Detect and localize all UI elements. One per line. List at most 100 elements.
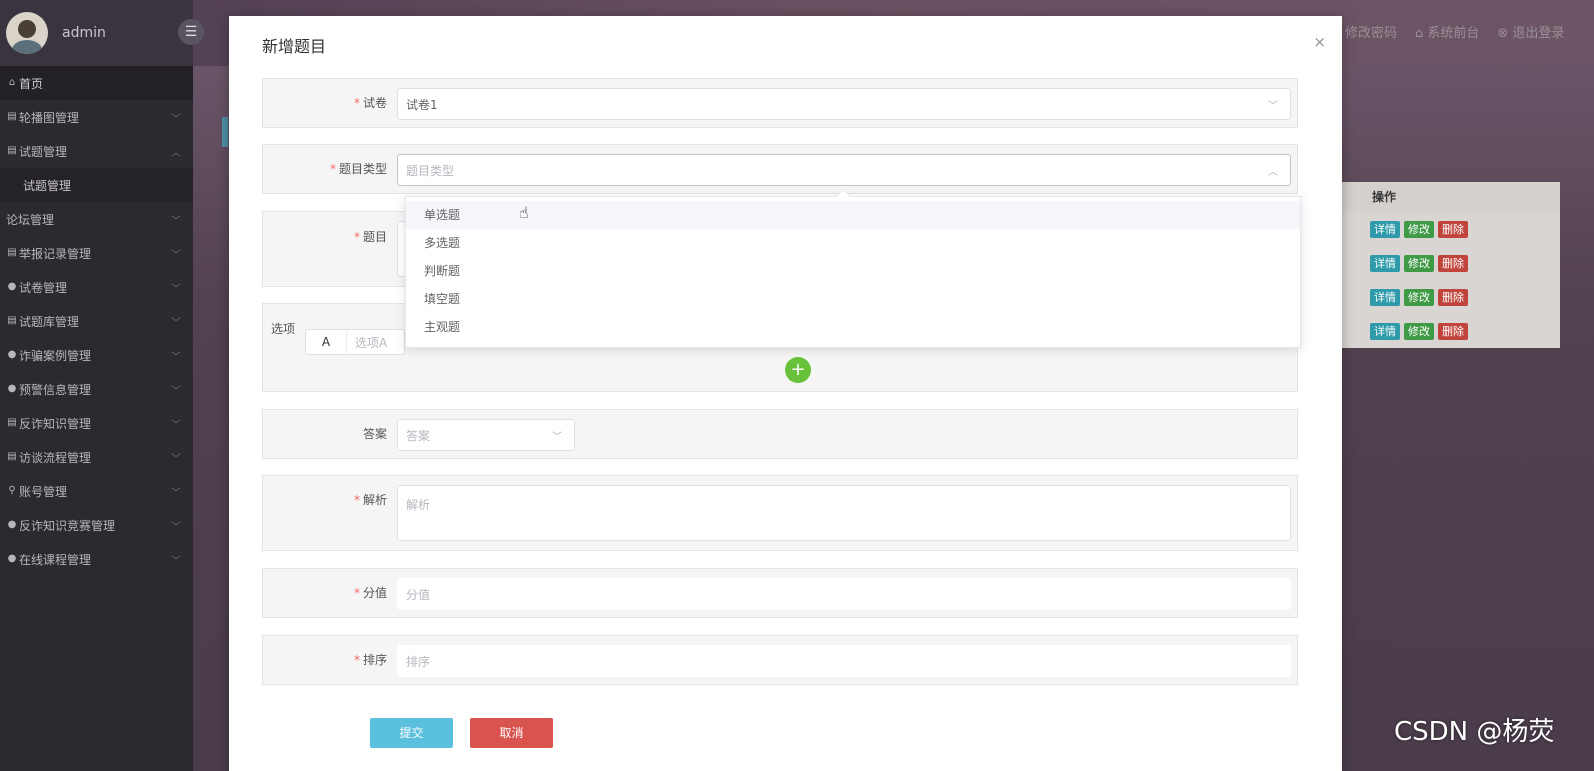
menu-item-icon: ● xyxy=(7,519,17,530)
menu-item-icon: ▤ xyxy=(7,315,17,326)
menu-item-icon: ▤ xyxy=(7,111,17,122)
sidebar-item-label: 试题库管理 xyxy=(19,314,80,329)
sidebar-item[interactable]: ▤ 举报记录管理 ﹀ xyxy=(0,236,193,270)
sidebar-item[interactable]: ● 试卷管理 ﹀ xyxy=(0,270,193,304)
paper-row: * 试卷 试卷1 ﹀ xyxy=(262,78,1298,128)
menu-item-icon: ▤ xyxy=(7,451,17,462)
table-row: 详情 修改 删除 xyxy=(1342,280,1560,314)
chevron-down-icon: ﹀ xyxy=(1268,100,1278,112)
option-a-input[interactable]: A 选项A xyxy=(305,329,405,355)
chevron-down-icon: ﹀ xyxy=(552,431,562,443)
chevron-down-icon: ﹀ xyxy=(171,555,181,567)
menu-item-icon: ⚲ xyxy=(8,485,16,496)
logout-link[interactable]: ⊗ 退出登录 xyxy=(1497,22,1564,41)
menu-item-icon: ▤ xyxy=(7,417,17,428)
sidebar-header: admin xyxy=(0,0,193,66)
menu-item-icon: ● xyxy=(7,349,17,360)
sidebar-item[interactable]: ● 诈骗案例管理 ﹀ xyxy=(0,338,193,372)
detail-button[interactable]: 详情 xyxy=(1370,288,1400,306)
menu-item-icon: ● xyxy=(7,383,17,394)
sidebar-item[interactable]: ▤ 试题管理 ︿ xyxy=(0,134,193,168)
detail-button[interactable]: 详情 xyxy=(1370,322,1400,340)
question-type-row: * 题目类型 题目类型 ︿ xyxy=(262,144,1298,194)
score-input[interactable]: 分值 xyxy=(397,578,1291,610)
change-password-link[interactable]: 修改密码 xyxy=(1345,22,1397,41)
question-label: * 题目 xyxy=(353,230,387,244)
edit-button[interactable]: 修改 xyxy=(1404,254,1434,272)
paper-select[interactable]: 试卷1 ﹀ xyxy=(397,88,1291,120)
chevron-down-icon: ﹀ xyxy=(171,453,181,465)
dropdown-option[interactable]: 填空题 xyxy=(406,285,1300,313)
answer-label: 答案 xyxy=(362,427,387,441)
options-label: 选项 xyxy=(271,322,296,336)
add-option-button[interactable]: + xyxy=(785,357,811,383)
sidebar-item-label: 论坛管理 xyxy=(6,212,55,227)
sidebar: admin ⌂ 首页 ▤ 轮播图管理 ﹀ ▤ 试题管理 ︿ 试题管理 论坛管理 ﹀ ▤ 举报记录管理 ﹀ ●… xyxy=(0,0,193,771)
sidebar-item-label: 试题管理 xyxy=(19,144,68,159)
chevron-down-icon: ﹀ xyxy=(171,521,181,533)
sidebar-item-label: 预警信息管理 xyxy=(19,382,92,397)
dropdown-option[interactable]: 主观题 xyxy=(406,313,1300,341)
order-input[interactable]: 排序 xyxy=(397,645,1291,677)
detail-button[interactable]: 详情 xyxy=(1370,220,1400,238)
chevron-down-icon: ﹀ xyxy=(171,215,181,227)
menu-item-icon: ▤ xyxy=(7,145,17,156)
table-row: 详情 修改 删除 xyxy=(1342,212,1560,246)
score-label: * 分值 xyxy=(353,586,387,600)
sidebar-item[interactable]: ⚲ 账号管理 ﹀ xyxy=(0,474,193,508)
sidebar-item[interactable]: ● 反诈知识竞赛管理 ﹀ xyxy=(0,508,193,542)
question-type-select[interactable]: 题目类型 ︿ xyxy=(397,154,1291,186)
menu-icon[interactable]: ☰ xyxy=(178,19,204,45)
menu-item-icon: ● xyxy=(7,553,17,564)
top-right-links: 修改密码 ⌂ 系统前台 ⊗ 退出登录 xyxy=(1345,22,1564,41)
paper-label: * 试卷 xyxy=(353,96,387,110)
sidebar-item-label: 反诈知识竞赛管理 xyxy=(19,518,116,533)
sidebar-item[interactable]: ▤ 反诈知识管理 ﹀ xyxy=(0,406,193,440)
edit-button[interactable]: 修改 xyxy=(1404,322,1434,340)
sidebar-item-label: 试卷管理 xyxy=(19,280,68,295)
menu-item-icon: ⌂ xyxy=(8,77,16,88)
sidebar-item[interactable]: ▤ 试题库管理 ﹀ xyxy=(0,304,193,338)
sidebar-item[interactable]: 论坛管理 ﹀ xyxy=(0,202,193,236)
pointer-cursor-icon: ☝ xyxy=(519,203,529,222)
chevron-down-icon: ﹀ xyxy=(171,283,181,295)
sidebar-item-label: 轮播图管理 xyxy=(19,110,80,125)
sidebar-item[interactable]: ● 在线课程管理 ﹀ xyxy=(0,542,193,576)
sidebar-item[interactable]: ▤ 轮播图管理 ﹀ xyxy=(0,100,193,134)
sidebar-item[interactable]: 试题管理 xyxy=(0,168,193,202)
close-icon[interactable]: × xyxy=(1313,33,1326,51)
sidebar-item-label: 反诈知识管理 xyxy=(19,416,92,431)
answer-select[interactable]: 答案 ﹀ xyxy=(397,419,575,451)
submit-button[interactable]: 提交 xyxy=(370,718,453,748)
sidebar-item[interactable]: ● 预警信息管理 ﹀ xyxy=(0,372,193,406)
cancel-button[interactable]: 取消 xyxy=(470,718,553,748)
sidebar-item-label: 诈骗案例管理 xyxy=(19,348,92,363)
delete-button[interactable]: 删除 xyxy=(1438,254,1468,272)
chevron-down-icon: ﹀ xyxy=(171,113,181,125)
watermark: CSDN @杨荧 xyxy=(1394,717,1555,747)
username: admin xyxy=(62,25,106,41)
dropdown-option[interactable]: 单选题 xyxy=(406,201,1300,229)
chevron-down-icon: ﹀ xyxy=(171,487,181,499)
chevron-up-icon: ︿ xyxy=(171,147,181,159)
chevron-up-icon: ︿ xyxy=(1268,166,1278,178)
edit-button[interactable]: 修改 xyxy=(1404,288,1434,306)
chevron-down-icon: ﹀ xyxy=(171,249,181,261)
system-front-link[interactable]: ⌂ 系统前台 xyxy=(1415,22,1479,41)
dropdown-option[interactable]: 判断题 xyxy=(406,257,1300,285)
analysis-textarea[interactable]: 解析 xyxy=(397,485,1291,541)
sidebar-item-label: 账号管理 xyxy=(19,484,68,499)
sidebar-item[interactable]: ⌂ 首页 xyxy=(0,66,193,100)
edit-button[interactable]: 修改 xyxy=(1404,220,1434,238)
dropdown-option[interactable]: 多选题 xyxy=(406,229,1300,257)
table-header-actions: 操作 xyxy=(1342,182,1560,212)
background-table: 操作 详情 修改 删除 详情 修改 删除 详情 修改 删除 详情 修改 删除 xyxy=(1342,182,1560,348)
detail-button[interactable]: 详情 xyxy=(1370,254,1400,272)
delete-button[interactable]: 删除 xyxy=(1438,288,1468,306)
sidebar-item[interactable]: ▤ 访谈流程管理 ﹀ xyxy=(0,440,193,474)
delete-button[interactable]: 删除 xyxy=(1438,322,1468,340)
avatar[interactable] xyxy=(6,12,48,54)
delete-button[interactable]: 删除 xyxy=(1438,220,1468,238)
option-key: A xyxy=(306,329,347,355)
question-type-dropdown: 单选题 多选题 判断题 填空题 主观题 ☝ xyxy=(405,196,1301,348)
